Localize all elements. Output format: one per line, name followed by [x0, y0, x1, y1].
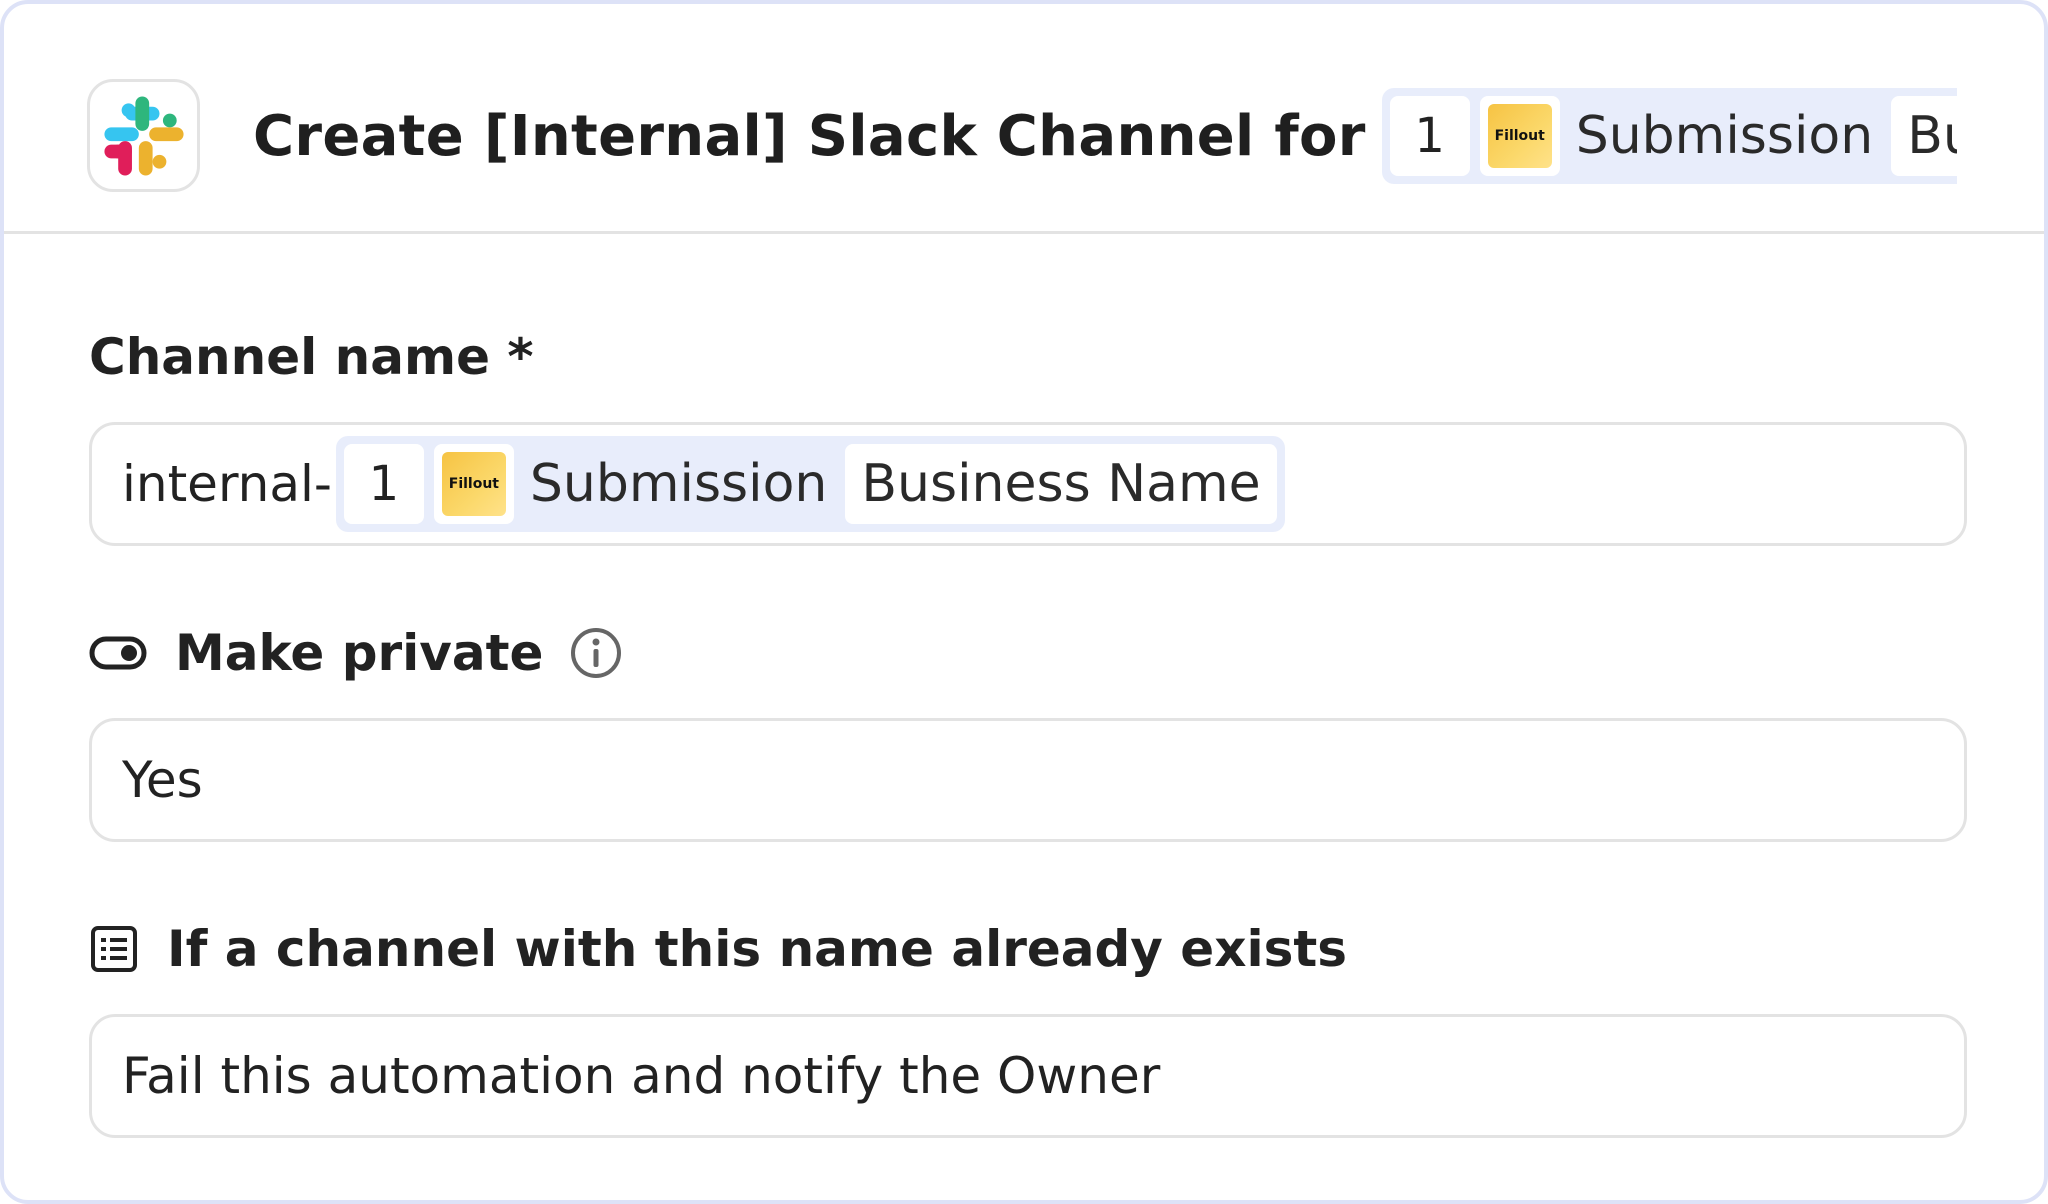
- step-title-row: Create [Internal] Slack Channel for 1 Fi…: [253, 86, 1957, 186]
- make-private-value: Yes: [122, 751, 203, 809]
- source-label: Submission: [529, 454, 828, 514]
- make-private-label-text: Make private: [175, 624, 544, 682]
- list-icon: [89, 924, 139, 974]
- fillout-app-chip: Fillout: [433, 444, 514, 524]
- fillout-logo-icon: Fillout: [1487, 104, 1552, 168]
- source-label: Submission: [1575, 106, 1874, 166]
- channel-name-prefix: internal-: [122, 455, 332, 513]
- business-name-field-chip: Business Name: [845, 444, 1277, 524]
- title-variable-chips: 1 Fillout Submission Busine: [1381, 88, 1957, 184]
- channel-name-variable-chips[interactable]: 1 Fillout Submission Business Name: [335, 436, 1285, 532]
- step-header: Create [Internal] Slack Channel for 1 Fi…: [4, 4, 2044, 234]
- make-private-label: Make private: [89, 616, 623, 690]
- toggle-icon: [89, 636, 147, 670]
- if-exists-select[interactable]: Fail this automation and notify the Owne…: [89, 1014, 1967, 1138]
- fillout-logo-icon: Fillout: [441, 452, 506, 516]
- slack-logo-icon: [87, 79, 200, 192]
- fillout-app-chip: Fillout: [1479, 96, 1560, 176]
- if-exists-value: Fail this automation and notify the Owne…: [122, 1047, 1161, 1105]
- channel-name-input[interactable]: internal- 1 Fillout Submission Business …: [89, 422, 1967, 546]
- if-exists-label: If a channel with this name already exis…: [89, 912, 1347, 986]
- channel-name-label-text: Channel name *: [89, 328, 534, 386]
- if-exists-label-text: If a channel with this name already exis…: [167, 920, 1348, 978]
- step-number-chip: 1: [343, 444, 424, 524]
- make-private-select[interactable]: Yes: [89, 718, 1967, 842]
- channel-name-label: Channel name *: [89, 322, 534, 392]
- step-title: Create [Internal] Slack Channel for: [253, 103, 1366, 169]
- step-number-chip: 1: [1389, 96, 1470, 176]
- field-chip: Busine: [1891, 96, 1957, 176]
- slack-step-card: Create [Internal] Slack Channel for 1 Fi…: [0, 0, 2048, 1204]
- info-icon[interactable]: [569, 626, 623, 680]
